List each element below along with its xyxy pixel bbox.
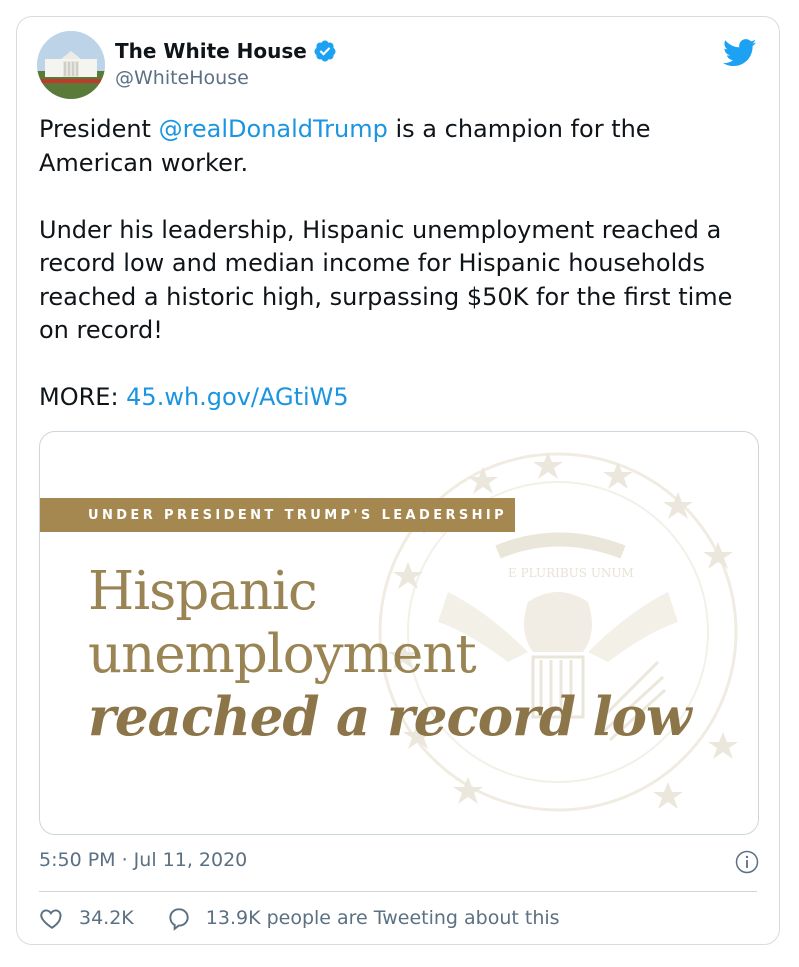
verified-badge-icon	[314, 40, 336, 62]
like-button[interactable]: 34.2K	[39, 905, 134, 931]
like-count: 34.2K	[79, 907, 134, 929]
text-leadership: Under his leadership, Hispanic unemploym…	[39, 215, 741, 345]
headline-line-3: reached a record low	[88, 686, 692, 748]
avatar[interactable]	[37, 31, 105, 99]
tweet-card: The White House @WhiteHouse President @r…	[16, 16, 780, 945]
white-house-image	[37, 31, 105, 99]
text-president: President	[39, 115, 159, 143]
text-more-label: MORE:	[39, 383, 127, 411]
reply-icon	[169, 908, 189, 931]
tweet-text: President @realDonaldTrump is a champion…	[39, 113, 769, 415]
handle[interactable]: @WhiteHouse	[115, 67, 249, 89]
headline-line-2: unemployment	[88, 624, 477, 685]
name-row: The White House	[115, 39, 337, 63]
twitter-bird-icon[interactable]	[723, 39, 757, 67]
headline-line-1: Hispanic	[88, 561, 318, 622]
info-icon[interactable]	[735, 850, 759, 874]
mention-link[interactable]: @realDonaldTrump	[159, 115, 388, 143]
timestamp[interactable]: 5:50 PM · Jul 11, 2020	[39, 849, 247, 871]
more-link[interactable]: 45.wh.gov/AGtiW5	[126, 383, 349, 411]
tweeting-button[interactable]: 13.9K people are Tweeting about this	[166, 905, 560, 931]
heart-icon	[40, 909, 62, 929]
media-card[interactable]: E PLURIBUS UNUM UNDER PRESIDENT TRUMP'S …	[39, 431, 759, 835]
divider	[39, 891, 757, 892]
tweeting-count: 13.9K people are Tweeting about this	[205, 907, 560, 929]
media-headline: Hispanic unemployment reached a record l…	[88, 560, 692, 749]
kicker-banner: UNDER PRESIDENT TRUMP'S LEADERSHIP	[40, 498, 515, 532]
action-bar: 34.2K 13.9K people are Tweeting about th…	[39, 905, 592, 931]
display-name[interactable]: The White House	[115, 39, 307, 63]
